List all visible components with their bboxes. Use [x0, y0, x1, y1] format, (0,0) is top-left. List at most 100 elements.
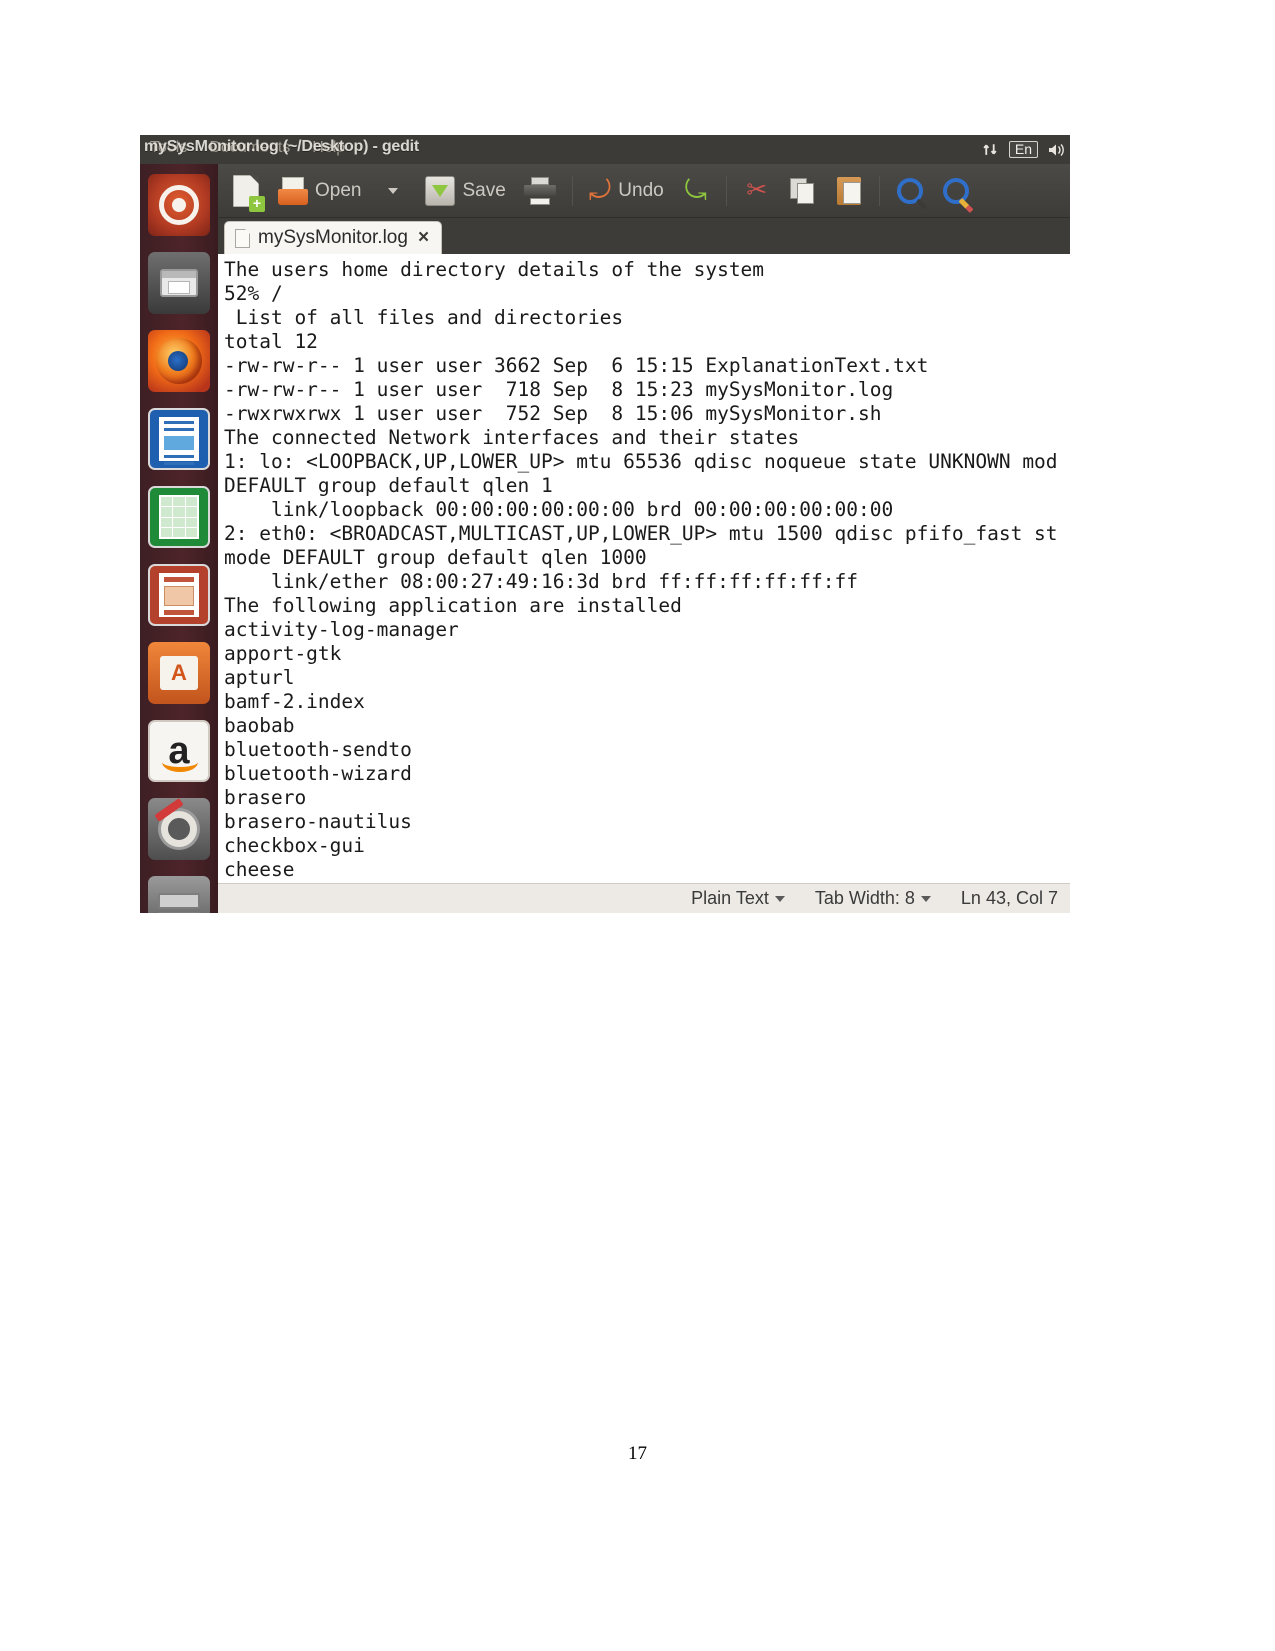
scissors-icon: ✂ [746, 176, 768, 204]
undo-arrow-icon: ⤾ [588, 175, 612, 205]
text-line: link/ether 08:00:27:49:16:3d brd ff:ff:f… [224, 570, 858, 593]
system-settings-icon [148, 798, 210, 860]
undo-button-label: Undo [618, 179, 664, 201]
open-button[interactable]: Open [270, 169, 369, 213]
text-line: The following application are installed [224, 594, 682, 617]
text-line: -rwxrwxrwx 1 user user 752 Sep 8 15:06 m… [224, 402, 882, 425]
calc-icon [148, 486, 210, 548]
disk-usage-icon [148, 876, 210, 913]
launcher-item-libreoffice-impress[interactable] [140, 556, 218, 634]
open-dropdown-button[interactable] [371, 169, 415, 213]
text-line: mode DEFAULT group default qlen 1000 [224, 546, 647, 569]
text-line: brasero [224, 786, 307, 809]
toolbar-divider-3 [878, 175, 880, 206]
gedit-toolbar: Open Save ⤾ Undo [218, 164, 1070, 218]
copy-icon [789, 177, 816, 204]
cursor-position-label: Ln 43, Col 7 [960, 888, 1058, 908]
text-line: baobab [224, 714, 295, 737]
paste-icon [836, 176, 861, 205]
text-line: apturl [224, 666, 295, 689]
text-line: total 12 [224, 330, 318, 353]
save-button-label: Save [462, 179, 506, 201]
text-line: 1: lo: <LOOPBACK,UP,LOWER_UP> mtu 65536 … [224, 450, 1058, 473]
page-number: 17 [628, 1443, 647, 1464]
window-title: mySysMonitor.log (~/Desktop) - gedit [144, 138, 420, 155]
print-icon [523, 176, 556, 205]
cut-button[interactable]: ✂ [735, 169, 779, 213]
text-line: brasero-nautilus [224, 810, 412, 833]
paste-button[interactable] [827, 169, 871, 213]
text-line: cheese [224, 858, 295, 881]
print-button[interactable] [516, 169, 564, 213]
text-line: DEFAULT group default qlen 1 [224, 474, 553, 497]
cursor-position: Ln 43, Col 7 [961, 888, 1058, 909]
new-document-button[interactable] [224, 169, 268, 213]
document-page: Tools Documents Help mySysMonitor.log (~… [0, 0, 1275, 1651]
text-line: List of all files and directories [224, 306, 624, 329]
text-line: 2: eth0: <BROADCAST,MULTICAST,UP,LOWER_U… [224, 522, 1058, 545]
redo-arrow-icon: ⤿ [684, 175, 707, 205]
chevron-down-icon [388, 187, 399, 194]
launcher-item-software-center[interactable] [140, 634, 218, 712]
find-button[interactable] [888, 169, 932, 213]
software-center-icon [148, 642, 210, 704]
tab-width-selector[interactable]: Tab Width: 8 [815, 888, 931, 909]
new-document-icon [233, 174, 265, 212]
launcher-item-amazon[interactable]: a [140, 712, 218, 790]
tab-width-label: Tab Width: 8 [814, 888, 915, 908]
gedit-tabstrip: mySysMonitor.log × [218, 218, 1070, 254]
undo-button[interactable]: ⤾ Undo [581, 169, 672, 213]
search-icon [896, 177, 923, 204]
copy-button[interactable] [781, 169, 825, 213]
find-replace-icon [942, 177, 969, 204]
tab-label: mySysMonitor.log [258, 227, 408, 248]
text-line: -rw-rw-r-- 1 user user 3662 Sep 6 15:15 … [224, 354, 929, 377]
tab-mysysmonitor-log[interactable]: mySysMonitor.log × [224, 221, 443, 254]
language-selector[interactable]: Plain Text [691, 888, 785, 909]
gedit-statusbar: Plain Text Tab Width: 8 Ln 43, Col 7 [218, 883, 1070, 913]
toolbar-divider-2 [725, 175, 727, 206]
gedit-window: Open Save ⤾ Undo [218, 164, 1070, 913]
unity-launcher[interactable]: a [140, 164, 218, 913]
launcher-item-files[interactable] [140, 244, 218, 322]
text-line: bamf-2.index [224, 690, 365, 713]
keyboard-layout-indicator[interactable]: En [1008, 141, 1038, 158]
text-line: link/loopback 00:00:00:00:00:00 brd 00:0… [224, 498, 894, 521]
text-line: checkbox-gui [224, 834, 365, 857]
volume-icon[interactable] [1048, 142, 1066, 158]
impress-icon [148, 564, 210, 626]
text-line: -rw-rw-r-- 1 user user 718 Sep 8 15:23 m… [224, 378, 894, 401]
chevron-down-icon [920, 895, 931, 902]
launcher-item-ubuntu-dash[interactable] [140, 166, 218, 244]
files-icon [148, 252, 210, 314]
toolbar-divider [571, 175, 573, 206]
close-icon[interactable]: × [418, 227, 429, 249]
save-icon [425, 175, 456, 206]
launcher-item-firefox[interactable] [140, 322, 218, 400]
save-button[interactable]: Save [417, 169, 513, 213]
file-icon [235, 228, 250, 248]
unity-top-panel: Tools Documents Help mySysMonitor.log (~… [140, 135, 1070, 164]
launcher-item-disk-usage[interactable] [140, 868, 218, 913]
replace-button[interactable] [934, 169, 978, 213]
text-line: The users home directory details of the … [224, 258, 765, 281]
writer-icon [148, 408, 210, 470]
screenshot-figure: Tools Documents Help mySysMonitor.log (~… [140, 135, 1070, 913]
text-line: bluetooth-sendto [224, 738, 412, 761]
launcher-item-system-settings[interactable] [140, 790, 218, 868]
text-line: 52% / [224, 282, 283, 305]
firefox-icon [148, 330, 210, 392]
text-line: bluetooth-wizard [224, 762, 412, 785]
text-line: apport-gtk [224, 642, 342, 665]
open-button-label: Open [315, 179, 362, 201]
network-icon[interactable] [982, 141, 999, 158]
language-label: Plain Text [691, 888, 769, 908]
redo-button[interactable]: ⤿ [674, 169, 718, 213]
launcher-item-libreoffice-writer[interactable] [140, 400, 218, 478]
panel-indicators: En [982, 135, 1066, 164]
ubuntu-logo-icon [148, 174, 210, 236]
chevron-down-icon [774, 895, 785, 902]
text-line: activity-log-manager [224, 618, 459, 641]
launcher-item-libreoffice-calc[interactable] [140, 478, 218, 556]
text-editor-area[interactable]: The users home directory details of the … [218, 254, 1070, 883]
